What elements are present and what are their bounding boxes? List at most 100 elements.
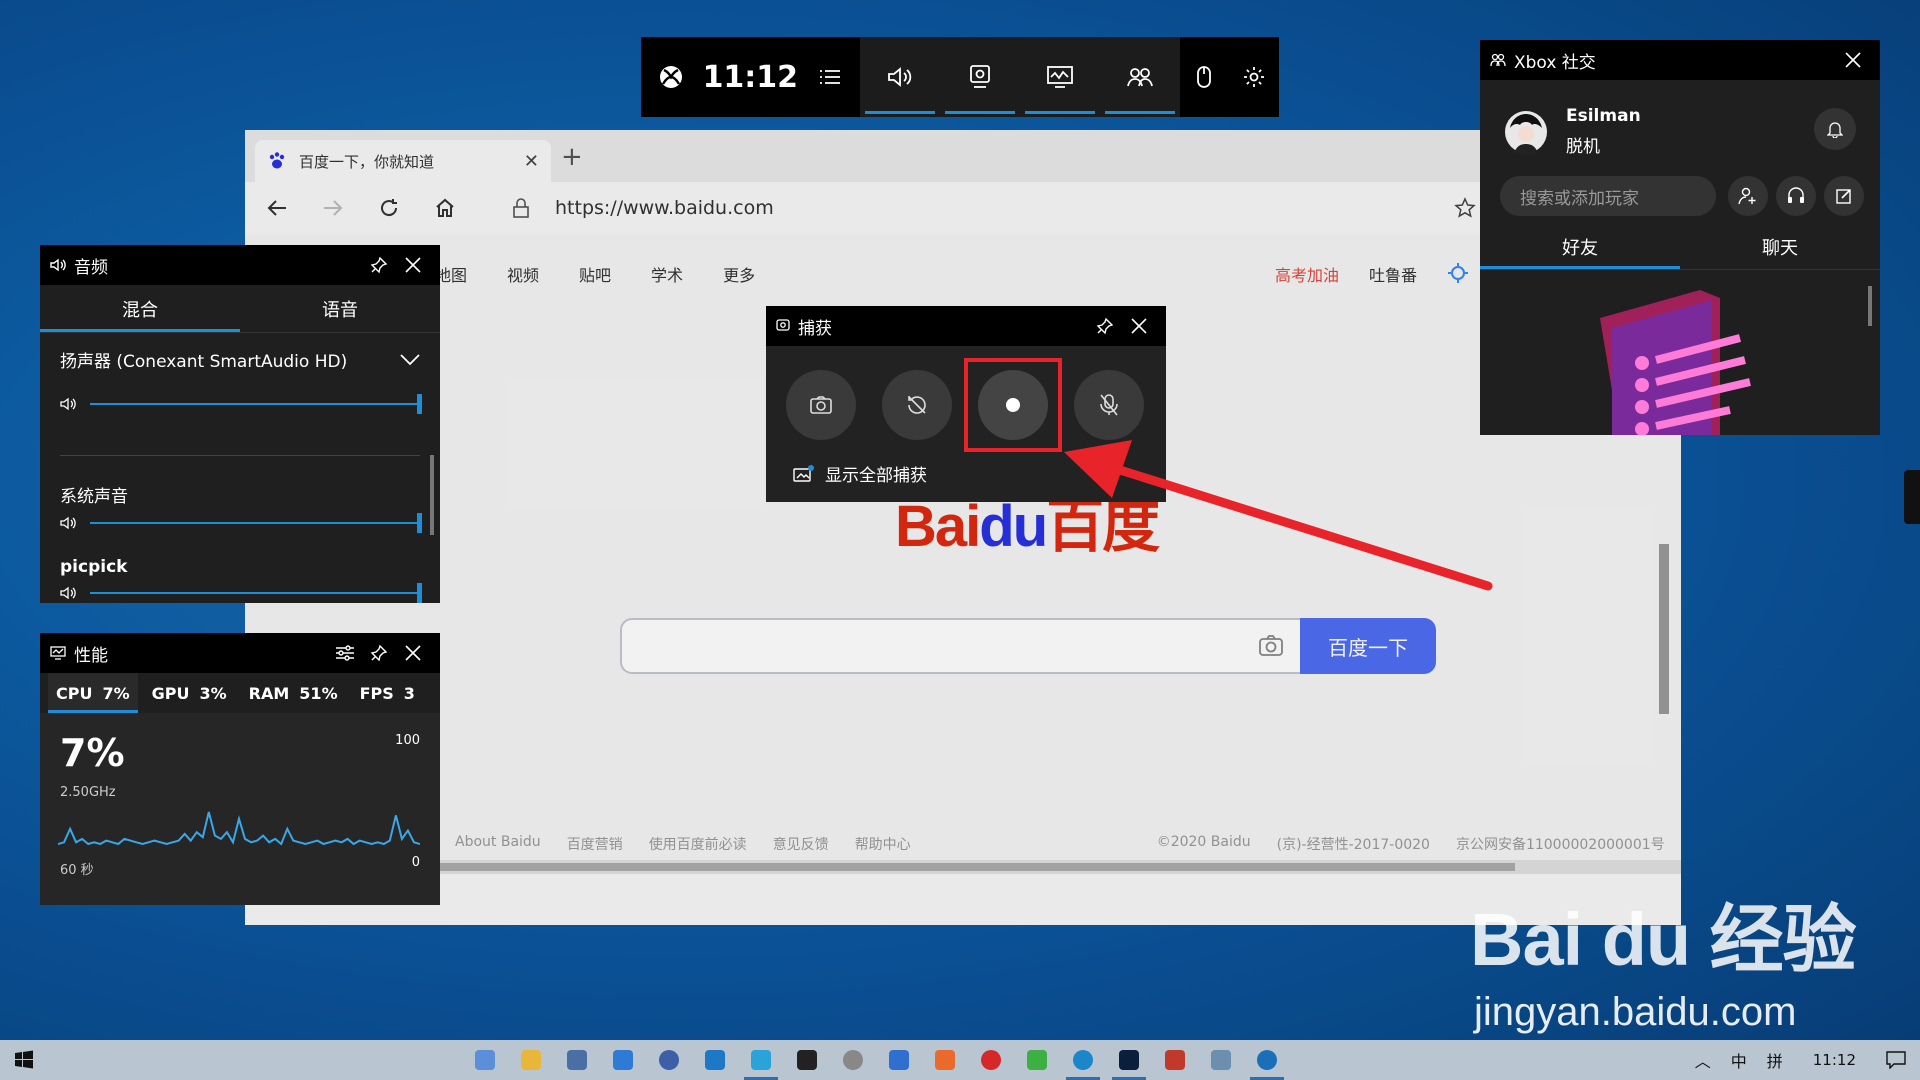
footer-police[interactable]: 京公网安备11000002000001号 xyxy=(1456,834,1665,854)
mic-toggle-button[interactable] xyxy=(1074,370,1144,440)
taskbar-wechat-icon[interactable] xyxy=(1014,1040,1060,1080)
footer-link[interactable]: About Baidu xyxy=(455,834,541,854)
widget-menu-icon[interactable] xyxy=(800,37,860,117)
tray-ime-indicator[interactable]: 中 xyxy=(1731,1048,1747,1072)
new-tab-icon[interactable]: + xyxy=(561,144,583,170)
close-icon[interactable] xyxy=(396,644,430,662)
add-friend-button[interactable] xyxy=(1728,176,1768,216)
record-last-button[interactable] xyxy=(882,370,952,440)
social-profile[interactable]: Esilman 脱机 xyxy=(1504,106,1641,157)
player-search-input[interactable]: 搜索或添加玩家 xyxy=(1500,176,1716,216)
compose-message-button[interactable] xyxy=(1824,176,1864,216)
baidu-search-input[interactable] xyxy=(620,618,1306,674)
performance-widget-icon[interactable] xyxy=(1020,37,1100,117)
start-button[interactable] xyxy=(0,1040,48,1080)
refresh-icon[interactable] xyxy=(369,188,409,228)
taskbar-app-icon[interactable] xyxy=(1152,1040,1198,1080)
close-icon[interactable] xyxy=(396,256,430,274)
gaokao-link[interactable]: 高考加油 xyxy=(1275,262,1339,286)
camera-search-icon[interactable] xyxy=(1258,634,1284,658)
screenshot-button[interactable] xyxy=(786,370,856,440)
favorite-star-icon[interactable] xyxy=(1445,188,1485,228)
system-volume-slider[interactable] xyxy=(60,513,422,533)
address-bar[interactable]: https://www.baidu.com xyxy=(555,197,1445,219)
tray-ime-mode[interactable]: 拼 xyxy=(1767,1048,1783,1072)
options-sliders-icon[interactable] xyxy=(328,644,362,662)
social-widget-icon[interactable] xyxy=(1100,37,1180,117)
tab-friends[interactable]: 好友 xyxy=(1480,224,1680,269)
tray-clock[interactable]: 11:12 xyxy=(1813,1051,1856,1069)
footer-link[interactable]: 意见反馈 xyxy=(773,834,829,854)
pin-icon[interactable] xyxy=(362,256,396,274)
forward-icon[interactable] xyxy=(313,188,353,228)
taskbar-app-icon[interactable] xyxy=(600,1040,646,1080)
show-all-captures-link[interactable]: 显示全部捕获 xyxy=(793,461,927,486)
device-selector[interactable]: 扬声器 (Conexant SmartAudio HD) xyxy=(40,347,440,372)
nav-tieba-link[interactable]: 贴吧 xyxy=(579,262,611,286)
audio-widget-icon[interactable] xyxy=(860,37,940,117)
footer-link[interactable]: 使用百度前必读 xyxy=(649,834,747,854)
taskbar-app-icon[interactable] xyxy=(1198,1040,1244,1080)
scrollbar-thumb[interactable] xyxy=(265,863,1515,871)
back-icon[interactable] xyxy=(257,188,297,228)
taskbar-app-icon[interactable] xyxy=(462,1040,508,1080)
taskbar-app-icon[interactable] xyxy=(830,1040,876,1080)
capture-widget-icon[interactable] xyxy=(940,37,1020,117)
horizontal-scrollbar[interactable] xyxy=(245,860,1681,874)
volume-icon xyxy=(60,516,76,530)
social-scrollbar[interactable] xyxy=(1868,286,1872,326)
close-tab-icon[interactable]: ✕ xyxy=(524,151,539,172)
performance-title: 性能 xyxy=(74,645,108,666)
mouse-icon[interactable] xyxy=(1180,37,1230,117)
tab-ram[interactable]: RAM 51% xyxy=(241,673,346,713)
baidu-search-button[interactable]: 百度一下 xyxy=(1300,618,1436,674)
taskbar-app-icon[interactable] xyxy=(692,1040,738,1080)
taskbar-photoshop-icon[interactable] xyxy=(1106,1040,1152,1080)
taskbar-terminal-icon[interactable] xyxy=(784,1040,830,1080)
edge-handle[interactable] xyxy=(1904,470,1920,524)
tab-voice[interactable]: 语音 xyxy=(240,285,440,332)
taskbar-app-icon[interactable] xyxy=(922,1040,968,1080)
xbox-icon[interactable] xyxy=(641,37,701,117)
device-volume-slider[interactable] xyxy=(60,394,422,414)
picpick-volume-slider[interactable] xyxy=(60,583,422,603)
browser-tab[interactable]: 百度一下，你就知道 ✕ xyxy=(255,140,551,182)
close-icon[interactable] xyxy=(1836,51,1870,69)
taskbar-netease-music-icon[interactable] xyxy=(968,1040,1014,1080)
nav-video-link[interactable]: 视频 xyxy=(507,262,539,286)
pin-icon[interactable] xyxy=(362,644,396,662)
footer-link[interactable]: 帮助中心 xyxy=(855,834,911,854)
taskbar-app-icon[interactable] xyxy=(876,1040,922,1080)
tab-fps[interactable]: FPS 3 xyxy=(352,673,423,713)
taskbar-app-icon[interactable] xyxy=(738,1040,784,1080)
slider-knob[interactable] xyxy=(417,513,422,533)
nav-xueshu-link[interactable]: 学术 xyxy=(651,262,683,286)
footer-link[interactable]: 百度营销 xyxy=(567,834,623,854)
settings-gear-icon[interactable] xyxy=(1229,37,1279,117)
taskbar-edge-icon[interactable] xyxy=(1060,1040,1106,1080)
tray-chevron-up-icon[interactable]: ︿ xyxy=(1695,1048,1711,1072)
tab-cpu[interactable]: CPU 7% xyxy=(48,673,138,713)
slider-knob[interactable] xyxy=(417,583,422,603)
taskbar-app-icon[interactable] xyxy=(1244,1040,1290,1080)
game-bar-widgets xyxy=(859,37,1180,117)
slider-knob[interactable] xyxy=(417,394,422,414)
chevron-down-icon[interactable] xyxy=(400,353,420,366)
footer-license[interactable]: (京)-经营性-2017-0020 xyxy=(1277,834,1430,854)
tab-mix[interactable]: 混合 xyxy=(40,285,240,332)
tab-gpu[interactable]: GPU 3% xyxy=(144,673,235,713)
taskbar-folder-icon[interactable] xyxy=(508,1040,554,1080)
home-icon[interactable] xyxy=(425,188,465,228)
pin-icon[interactable] xyxy=(1088,317,1122,335)
party-chat-button[interactable] xyxy=(1776,176,1816,216)
taskbar-app-icon[interactable] xyxy=(646,1040,692,1080)
tab-chat[interactable]: 聊天 xyxy=(1680,224,1880,269)
nav-more-link[interactable]: 更多 xyxy=(723,262,755,286)
weather-city[interactable]: 吐鲁番 xyxy=(1369,262,1417,286)
notification-bell-button[interactable] xyxy=(1814,108,1856,150)
close-icon[interactable] xyxy=(1122,317,1156,335)
taskbar-app-icon[interactable] xyxy=(554,1040,600,1080)
cpu-usage-value: 7% xyxy=(60,731,125,775)
notification-center-icon[interactable] xyxy=(1886,1051,1906,1069)
scrollbar-thumb[interactable] xyxy=(1659,544,1669,714)
